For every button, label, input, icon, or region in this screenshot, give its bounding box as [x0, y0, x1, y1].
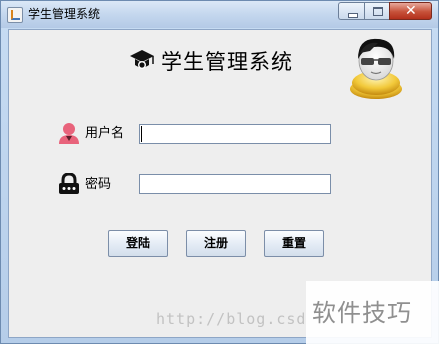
register-button[interactable]: 注册 — [186, 230, 246, 257]
close-button[interactable]: ✕ — [389, 2, 432, 20]
lock-icon — [59, 173, 79, 194]
minimize-button[interactable] — [338, 2, 364, 20]
username-input[interactable] — [139, 124, 331, 144]
java-app-icon[interactable] — [7, 7, 23, 23]
minimize-icon — [348, 13, 358, 18]
header: 学生管理系统 — [129, 45, 293, 77]
watermark-url: http://blog.csd — [156, 310, 307, 328]
close-icon: ✕ — [405, 3, 417, 19]
user-icon — [59, 123, 79, 144]
window-title: 学生管理系统 — [28, 7, 101, 21]
maximize-button[interactable] — [364, 2, 389, 20]
maximize-icon — [373, 7, 383, 16]
password-label: 密码 — [85, 177, 112, 192]
graduation-cap-icon — [130, 50, 154, 69]
username-label: 用户名 — [85, 126, 125, 141]
watermark-brand: 软件技巧 — [312, 299, 412, 327]
page-title: 学生管理系统 — [161, 50, 293, 74]
reset-button[interactable]: 重置 — [264, 230, 324, 257]
title-bar[interactable]: 学生管理系统 ✕ — [1, 1, 438, 28]
text-caret — [141, 126, 142, 142]
user-with-glasses-avatar — [350, 38, 402, 99]
window-controls: ✕ — [338, 2, 432, 20]
login-button[interactable]: 登陆 — [108, 230, 168, 257]
password-input[interactable] — [139, 174, 331, 194]
